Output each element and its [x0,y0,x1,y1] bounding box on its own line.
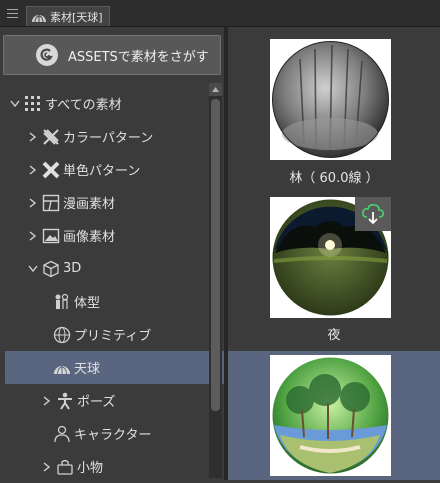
tree-item-label: 小物 [77,461,104,476]
download-cloud-icon[interactable] [355,197,391,231]
tree-scrollbar[interactable] [209,83,222,478]
color-pattern-icon [41,127,61,147]
tree-item-color-pattern[interactable]: カラーパターン [0,120,208,153]
chevron-right-icon[interactable] [42,461,52,472]
chevron-right-icon[interactable] [42,395,52,406]
material-tile[interactable]: 林（ 60.0線 ） [228,27,440,187]
image-icon [41,226,61,246]
sphere-grid-icon [52,325,72,345]
material-tree-pane: ASSETSで素材をさがす すべての素材 カラーパターン 単色パターン 漫画素材… [0,27,253,483]
material-list-pane: 林（ 60.0線 ） 夜 [228,27,440,480]
grid-dots-icon [23,94,43,114]
tree-item-image-material[interactable]: 画像素材 [0,219,208,252]
tree-item-pose[interactable]: ポーズ [0,384,208,417]
chevron-down-icon[interactable] [10,99,20,109]
tree-item-character[interactable]: キャラクター [0,417,208,450]
assets-logo-icon [36,44,58,66]
pose-figure-icon [55,391,75,411]
tree-item-3d[interactable]: 3D [0,252,208,285]
material-tile[interactable] [228,351,440,480]
search-assets-label: ASSETSで素材をさがす [68,49,209,65]
scroll-up-icon[interactable] [209,83,222,96]
material-caption: 夜 [327,328,341,343]
chevron-right-icon[interactable] [28,131,38,142]
tree-item-label: 天球 [74,362,101,377]
tree-item-label: ポーズ [77,395,116,410]
tree-item-label: 3D [63,261,82,276]
tree-item-primitive[interactable]: プリミティブ [0,318,208,351]
material-thumbnail[interactable] [270,197,391,318]
panel-header: 素材[天球] [0,0,440,27]
sky-sphere-icon [52,358,72,378]
tree-item-label: 単色パターン [63,164,141,179]
chevron-right-icon[interactable] [28,197,38,208]
mono-pattern-icon [41,160,61,180]
chevron-right-icon[interactable] [28,164,38,175]
search-assets-button[interactable]: ASSETSで素材をさがす [3,35,221,75]
material-tile[interactable]: 夜 [228,187,440,349]
material-thumbnail[interactable] [270,355,391,476]
cube-icon [41,259,61,279]
tree-item-mono-pattern[interactable]: 単色パターン [0,153,208,186]
material-caption: 林（ 60.0線 ） [289,171,379,186]
tree-item-small-objects[interactable]: 小物 [0,450,208,483]
character-icon [52,424,72,444]
body-type-icon [52,292,72,312]
scroll-thumb[interactable] [211,99,220,411]
tab-materials[interactable]: 素材[天球] [26,6,110,26]
menu-icon[interactable] [7,9,18,18]
sky-sphere-icon [32,14,46,22]
tab-title: 素材[天球] [50,10,103,24]
tree-item-label: すべての素材 [45,98,122,113]
tree-item-label: キャラクター [74,428,152,443]
tree-item-label: 体型 [74,296,101,311]
tree-item-all-materials[interactable]: すべての素材 [0,87,208,120]
material-thumbnail[interactable] [270,39,391,160]
tree-item-label: カラーパターン [63,131,154,146]
tree-item-label: プリミティブ [74,329,152,344]
tree-item-label: 画像素材 [63,230,116,245]
tree-item-manga-material[interactable]: 漫画素材 [0,186,208,219]
chevron-right-icon[interactable] [28,230,38,241]
bag-icon [55,457,75,477]
manga-panel-icon [41,193,61,213]
tree-item-label: 漫画素材 [63,197,116,212]
material-tree: すべての素材 カラーパターン 単色パターン 漫画素材 画像素材 3D 体型 プリ… [0,87,253,483]
tree-item-body-type[interactable]: 体型 [0,285,208,318]
chevron-down-icon[interactable] [28,264,38,274]
